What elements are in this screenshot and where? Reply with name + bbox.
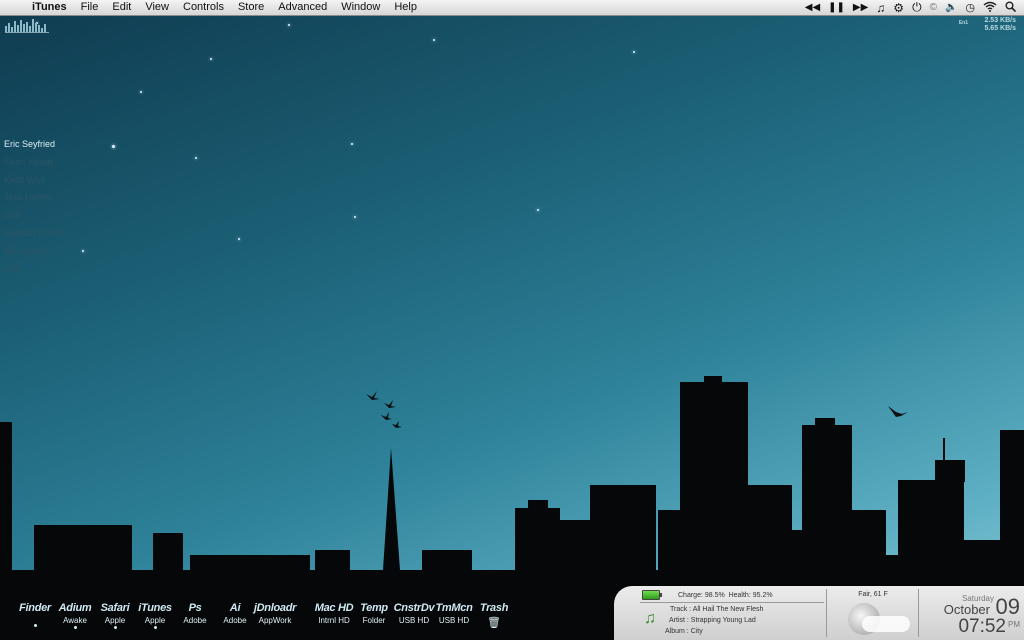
fast-forward-icon[interactable]: ▶▶ [853, 2, 868, 13]
track-title: All Hail The New Flesh [692, 606, 764, 613]
contact-item[interactable]: Sean Young [4, 154, 66, 172]
divider [826, 589, 827, 637]
wifi-icon[interactable] [983, 1, 997, 15]
time-machine-icon[interactable]: ◷ [965, 1, 975, 14]
star [238, 238, 240, 240]
trash-icon: 🗑 [487, 617, 501, 629]
contacts-list: Eric Seyfried Sean Young Keith Wolf Jess… [4, 136, 66, 278]
contact-item[interactable]: Keith Wolf [4, 172, 66, 190]
star [112, 145, 115, 148]
album-name: City [690, 628, 703, 635]
star [140, 91, 142, 93]
power-icon[interactable]: ⏻ [912, 0, 922, 15]
track-label: Track : [670, 606, 692, 613]
volume-icon[interactable]: 🔈 [945, 2, 957, 13]
battery-charge: Charge: 98.5% [678, 592, 725, 599]
audio-meter-baseline [5, 32, 49, 33]
weather-panel: Fair, 61 F [832, 586, 914, 640]
dock-item-name: Trash [479, 602, 509, 614]
album-row: Album : City [665, 628, 703, 635]
menu-view[interactable]: View [138, 0, 176, 15]
contact-item[interactable]: Dad [4, 207, 66, 225]
running-indicator [153, 626, 157, 629]
battery-status: Charge: 98.5% Health: 95.2% [678, 592, 773, 599]
contact-item[interactable]: Eric Seyfried [4, 136, 66, 154]
running-indicator [113, 626, 117, 629]
battery-and-music-panel: Charge: 98.5% Health: 95.2% ♫ Track : Al… [638, 586, 826, 640]
rewind-icon[interactable]: ◀◀ [805, 2, 820, 13]
menu-bar: iTunes File Edit View Controls Store Adv… [0, 0, 1024, 16]
menu-extras: ◀◀ ❚❚ ▶▶ ♫ ⚙ ⏻ © 🔈 ◷ [805, 0, 1024, 15]
menu-window[interactable]: Window [334, 0, 387, 15]
divider [640, 602, 824, 603]
audio-meter-widget [5, 18, 46, 32]
contact-item[interactable]: Dad [4, 261, 66, 279]
gear-icon[interactable]: ⚙ [893, 1, 904, 15]
star [354, 216, 356, 218]
dock: Finder Adium Awake Safari Apple iTunes A… [0, 598, 640, 640]
app-menu[interactable]: iTunes [30, 0, 74, 15]
star [210, 58, 212, 60]
time: 07:52 [958, 616, 1006, 637]
music-note-icon[interactable]: ♫ [876, 1, 885, 15]
star [433, 39, 435, 41]
menu-advanced[interactable]: Advanced [271, 0, 334, 15]
album-label: Album : [665, 628, 689, 635]
weather-condition: Fair, 61 F [858, 591, 888, 598]
battery-icon [642, 590, 662, 600]
artist-label: Artist : [669, 617, 689, 624]
artist-row: Artist : Strapping Young Lad [669, 617, 756, 624]
star [195, 157, 197, 159]
clock-panel: Saturday October 09 07:52 PM [920, 586, 1024, 640]
dock-item-sub: AppWork [258, 616, 292, 625]
dock-item-jdownloader[interactable]: jDnloadr AppWork [252, 602, 298, 625]
network-monitor: En1 2.53 KB/s 5.65 KB/s [959, 17, 1016, 33]
dock-item-name: jDnloadr [253, 602, 297, 614]
itunes-note-icon: ♫ [644, 610, 656, 627]
dock-item-trash[interactable]: Trash 🗑 [471, 602, 517, 629]
running-indicator [33, 624, 37, 627]
star [82, 250, 84, 252]
menu-help[interactable]: Help [387, 0, 424, 15]
copyright-icon[interactable]: © [930, 2, 937, 13]
running-indicator [73, 626, 77, 629]
star [288, 24, 290, 26]
month: October [943, 602, 990, 617]
cloud-weather-icon [862, 616, 910, 632]
download-rate: 5.65 KB/s [984, 25, 1016, 32]
star [633, 51, 635, 53]
contact-item[interactable]: Jess Hattey [4, 189, 66, 207]
divider [918, 589, 919, 637]
star [537, 209, 539, 211]
star [351, 143, 353, 145]
pause-icon[interactable]: ❚❚ [828, 2, 845, 13]
menu-edit[interactable]: Edit [105, 0, 138, 15]
contact-item[interactable]: Hannah Dennis [4, 225, 66, 243]
am-pm: PM [1008, 620, 1020, 629]
network-interface-label: En1 [958, 20, 968, 26]
menu-controls[interactable]: Controls [176, 0, 231, 15]
menu-file[interactable]: File [74, 0, 106, 15]
artist-name: Strapping Young Lad [690, 617, 756, 624]
spotlight-icon[interactable] [1005, 1, 1017, 15]
contact-item[interactable]: Bill Connor [4, 243, 66, 261]
track-row: Track : All Hail The New Flesh [670, 606, 763, 613]
info-bar: Charge: 98.5% Health: 95.2% ♫ Track : Al… [614, 586, 1024, 640]
battery-health: Health: 95.2% [728, 592, 773, 599]
upload-rate: 2.53 KB/s [984, 17, 1016, 24]
menu-store[interactable]: Store [231, 0, 271, 15]
